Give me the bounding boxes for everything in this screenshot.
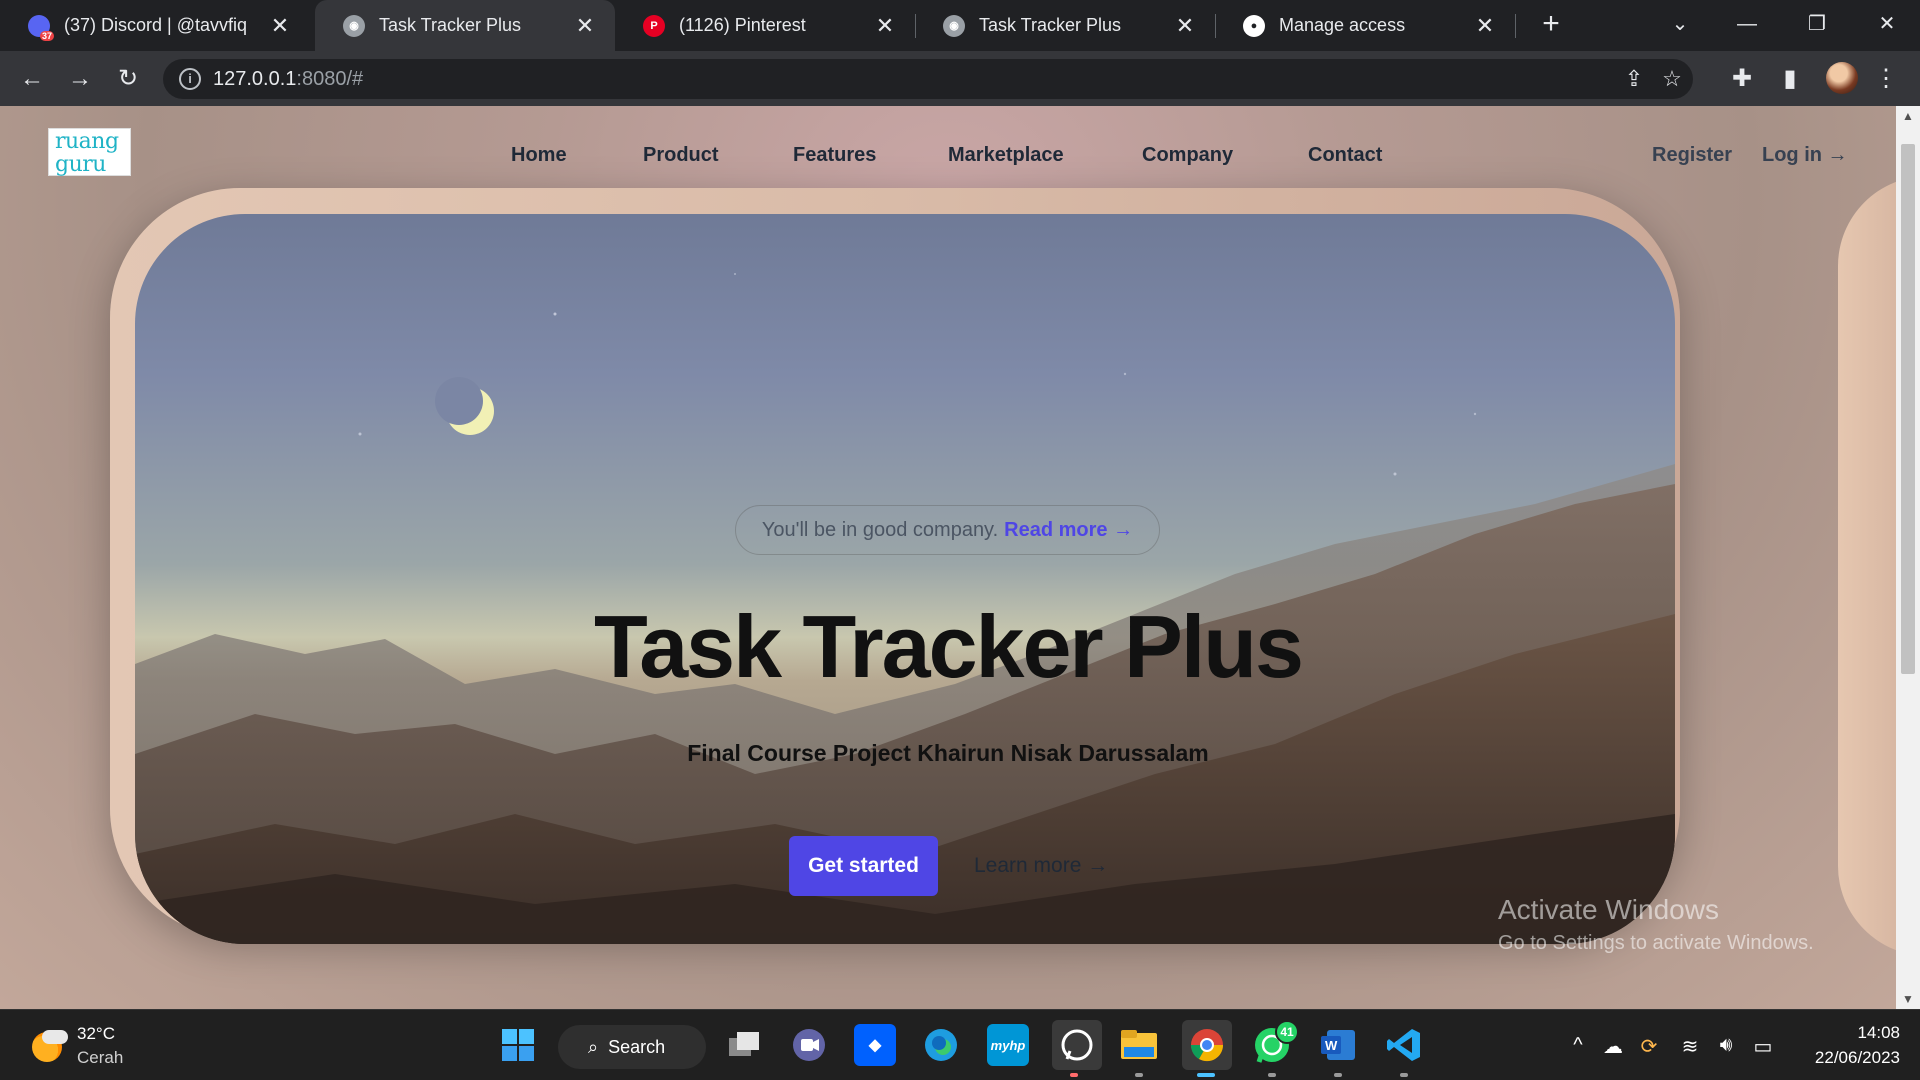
forward-icon[interactable]: →	[62, 61, 98, 97]
landscape-illustration	[135, 273, 1675, 944]
pinterest-icon: P	[643, 14, 665, 37]
ruangguru-logo[interactable]: ruang guru	[48, 128, 131, 176]
github-icon: ●	[1243, 14, 1265, 37]
search-label: Search	[608, 1036, 666, 1057]
hero-title: Task Tracker Plus	[594, 597, 1304, 696]
register-link[interactable]: Register	[1652, 144, 1732, 167]
windows-start-icon[interactable]	[497, 1024, 539, 1066]
read-more-link[interactable]: Read more →	[1004, 519, 1133, 542]
onedrive-cloud-icon[interactable]: ☁	[1598, 1034, 1628, 1059]
tab-pinterest[interactable]: P (1126) Pinterest ✕	[615, 0, 915, 51]
get-started-button[interactable]: Get started	[789, 836, 938, 896]
discord-icon: 37	[28, 14, 54, 41]
globe-icon: ◉	[343, 14, 365, 37]
tab-discord[interactable]: 37 (37) Discord | @tavvfiq ✕	[0, 0, 310, 51]
running-indicator	[1334, 1073, 1342, 1077]
tab-title: (37) Discord | @tavvfiq	[64, 15, 247, 35]
tab-title: Task Tracker Plus	[979, 15, 1122, 35]
login-link[interactable]: Log in →	[1762, 144, 1848, 167]
page-scrollbar[interactable]: ▲ ▼	[1896, 106, 1920, 1009]
weather-temperature[interactable]: 32°C	[77, 1024, 115, 1044]
tab-task-tracker-active[interactable]: ◉ Task Tracker Plus ✕	[315, 0, 615, 51]
tab-title: (1126) Pinterest	[679, 15, 806, 35]
svg-text:W: W	[1325, 1038, 1338, 1053]
tab-separator	[1515, 14, 1516, 38]
scrollbar-thumb[interactable]	[1901, 144, 1915, 674]
clock-time[interactable]: 14:08	[1820, 1023, 1900, 1043]
nav-company[interactable]: Company	[1142, 144, 1233, 167]
site-info-icon[interactable]: i	[179, 68, 201, 90]
tab-search-icon[interactable]: ⌄	[1660, 8, 1700, 40]
close-tab-icon[interactable]: ✕	[873, 13, 897, 39]
whatsapp-unread-badge: 41	[1275, 1020, 1299, 1044]
announcement-pill: You'll be in good company. Read more →	[735, 505, 1160, 555]
running-indicator	[1400, 1073, 1408, 1077]
share-icon[interactable]: ⇪	[1619, 64, 1649, 94]
file-explorer-icon[interactable]	[1118, 1024, 1160, 1066]
nav-contact[interactable]: Contact	[1308, 144, 1382, 167]
close-tab-icon[interactable]: ✕	[573, 13, 597, 39]
taskbar-search-button[interactable]: ⌕ Search	[558, 1025, 706, 1069]
weather-description[interactable]: Cerah	[77, 1048, 123, 1068]
minimize-button[interactable]: —	[1727, 8, 1767, 40]
close-tab-icon[interactable]: ✕	[1173, 13, 1197, 39]
address-bar[interactable]: i 127.0.0.1:8080/# ⇪ ☆	[163, 59, 1693, 99]
battery-icon[interactable]: ▭	[1748, 1034, 1778, 1059]
show-hidden-icons[interactable]: ^	[1563, 1034, 1593, 1057]
word-icon[interactable]: W	[1317, 1024, 1359, 1066]
tab-title: Task Tracker Plus	[379, 15, 522, 35]
wifi-icon[interactable]: ≋	[1675, 1034, 1705, 1059]
teams-chat-icon[interactable]	[788, 1024, 830, 1066]
scroll-down-arrow-icon[interactable]: ▼	[1896, 989, 1920, 1009]
running-indicator	[1135, 1073, 1143, 1077]
globe-icon: ◉	[943, 14, 965, 37]
running-indicator	[1268, 1073, 1276, 1077]
running-indicator	[1197, 1073, 1215, 1077]
nav-product[interactable]: Product	[643, 144, 719, 167]
task-view-icon[interactable]	[723, 1024, 765, 1066]
volume-icon[interactable]: 🔊︎	[1711, 1034, 1741, 1057]
learn-more-link[interactable]: Learn more →	[974, 854, 1108, 878]
browser-toolbar: ← → ↻ i 127.0.0.1:8080/# ⇪ ☆ ✚ ▮ ⋮	[0, 51, 1920, 106]
search-icon: ⌕	[588, 1036, 599, 1057]
new-tab-button[interactable]: +	[1535, 8, 1567, 40]
url-text[interactable]: 127.0.0.1:8080/#	[213, 68, 363, 91]
page-viewport: ruang guru Home Product Features Marketp…	[0, 106, 1896, 1009]
windows-taskbar: 32°C Cerah ⌕ Search ◆ myhp W ^ ☁ ⟳ ≋ 🔊︎	[0, 1009, 1920, 1080]
menu-icon[interactable]: ⋮	[1868, 61, 1904, 97]
close-tab-icon[interactable]: ✕	[1473, 13, 1497, 39]
whatsapp-desktop-icon[interactable]	[1052, 1020, 1102, 1070]
running-indicator	[1070, 1073, 1078, 1077]
reload-icon[interactable]: ↻	[110, 61, 146, 97]
bookmark-star-icon[interactable]: ☆	[1657, 64, 1687, 94]
chrome-icon[interactable]	[1182, 1020, 1232, 1070]
dropbox-icon[interactable]: ◆	[854, 1024, 896, 1066]
window-frame-decoration	[1838, 176, 1896, 956]
scroll-up-arrow-icon[interactable]: ▲	[1896, 106, 1920, 126]
extensions-icon[interactable]: ✚	[1724, 61, 1760, 97]
weather-cloud-icon	[42, 1030, 68, 1044]
profile-avatar[interactable]	[1826, 62, 1858, 94]
close-window-button[interactable]: ✕	[1867, 8, 1907, 40]
nav-features[interactable]: Features	[793, 144, 876, 167]
nav-marketplace[interactable]: Marketplace	[948, 144, 1064, 167]
close-tab-icon[interactable]: ✕	[268, 13, 292, 39]
browser-tab-strip: 37 (37) Discord | @tavvfiq ✕ ◉ Task Trac…	[0, 0, 1920, 51]
back-icon[interactable]: ←	[14, 61, 50, 97]
nav-home[interactable]: Home	[511, 144, 567, 167]
sync-icon[interactable]: ⟳	[1634, 1034, 1664, 1059]
vscode-icon[interactable]	[1383, 1024, 1425, 1066]
tab-github[interactable]: ● Manage access ✕	[1215, 0, 1515, 51]
announcement-text: You'll be in good company.	[761, 518, 999, 541]
clock-date[interactable]: 22/06/2023	[1780, 1048, 1900, 1068]
hero-subtitle: Final Course Project Khairun Nisak Darus…	[687, 740, 1209, 766]
tab-task-tracker[interactable]: ◉ Task Tracker Plus ✕	[915, 0, 1215, 51]
myhp-icon[interactable]: myhp	[987, 1024, 1029, 1066]
restore-button[interactable]: ❐	[1797, 8, 1837, 40]
side-panel-icon[interactable]: ▮	[1772, 61, 1808, 97]
hero-landscape-image	[135, 214, 1675, 944]
tab-title: Manage access	[1279, 15, 1406, 35]
activate-windows-watermark: Activate Windows Go to Settings to activ…	[1498, 894, 1814, 954]
edge-browser-icon[interactable]	[920, 1024, 962, 1066]
